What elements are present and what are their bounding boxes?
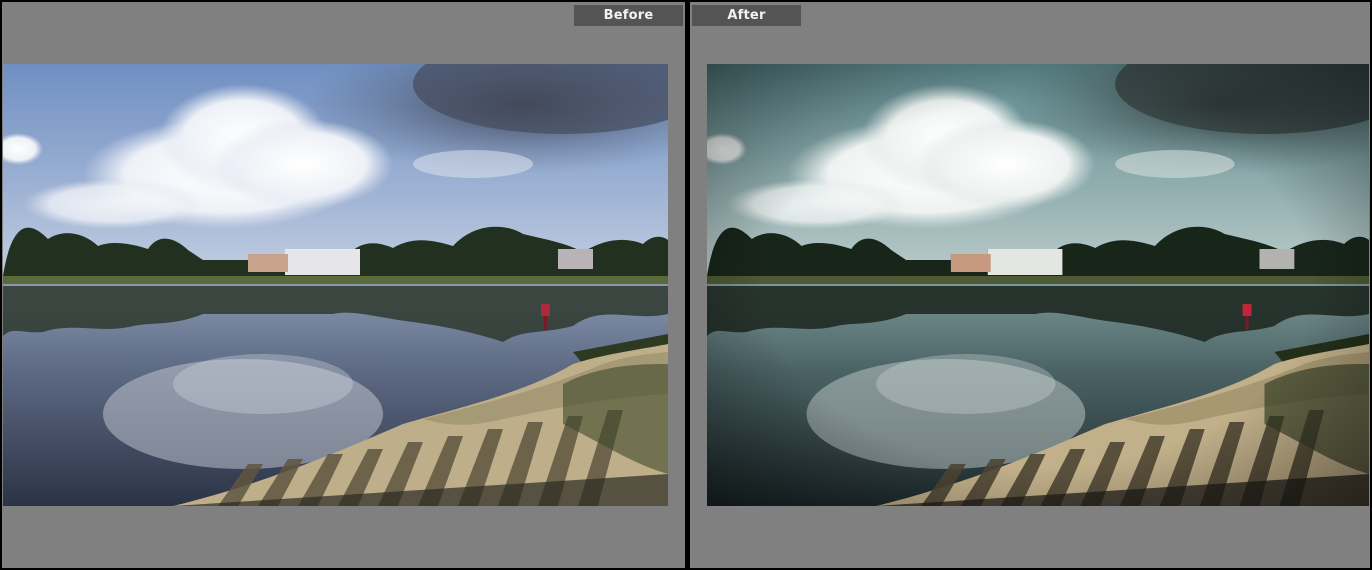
- before-photo: [3, 64, 668, 506]
- before-pane: Before: [2, 2, 685, 568]
- after-label: After: [692, 5, 801, 26]
- before-label: Before: [574, 5, 683, 26]
- after-photo: [707, 64, 1369, 506]
- after-pane: After: [690, 2, 1370, 568]
